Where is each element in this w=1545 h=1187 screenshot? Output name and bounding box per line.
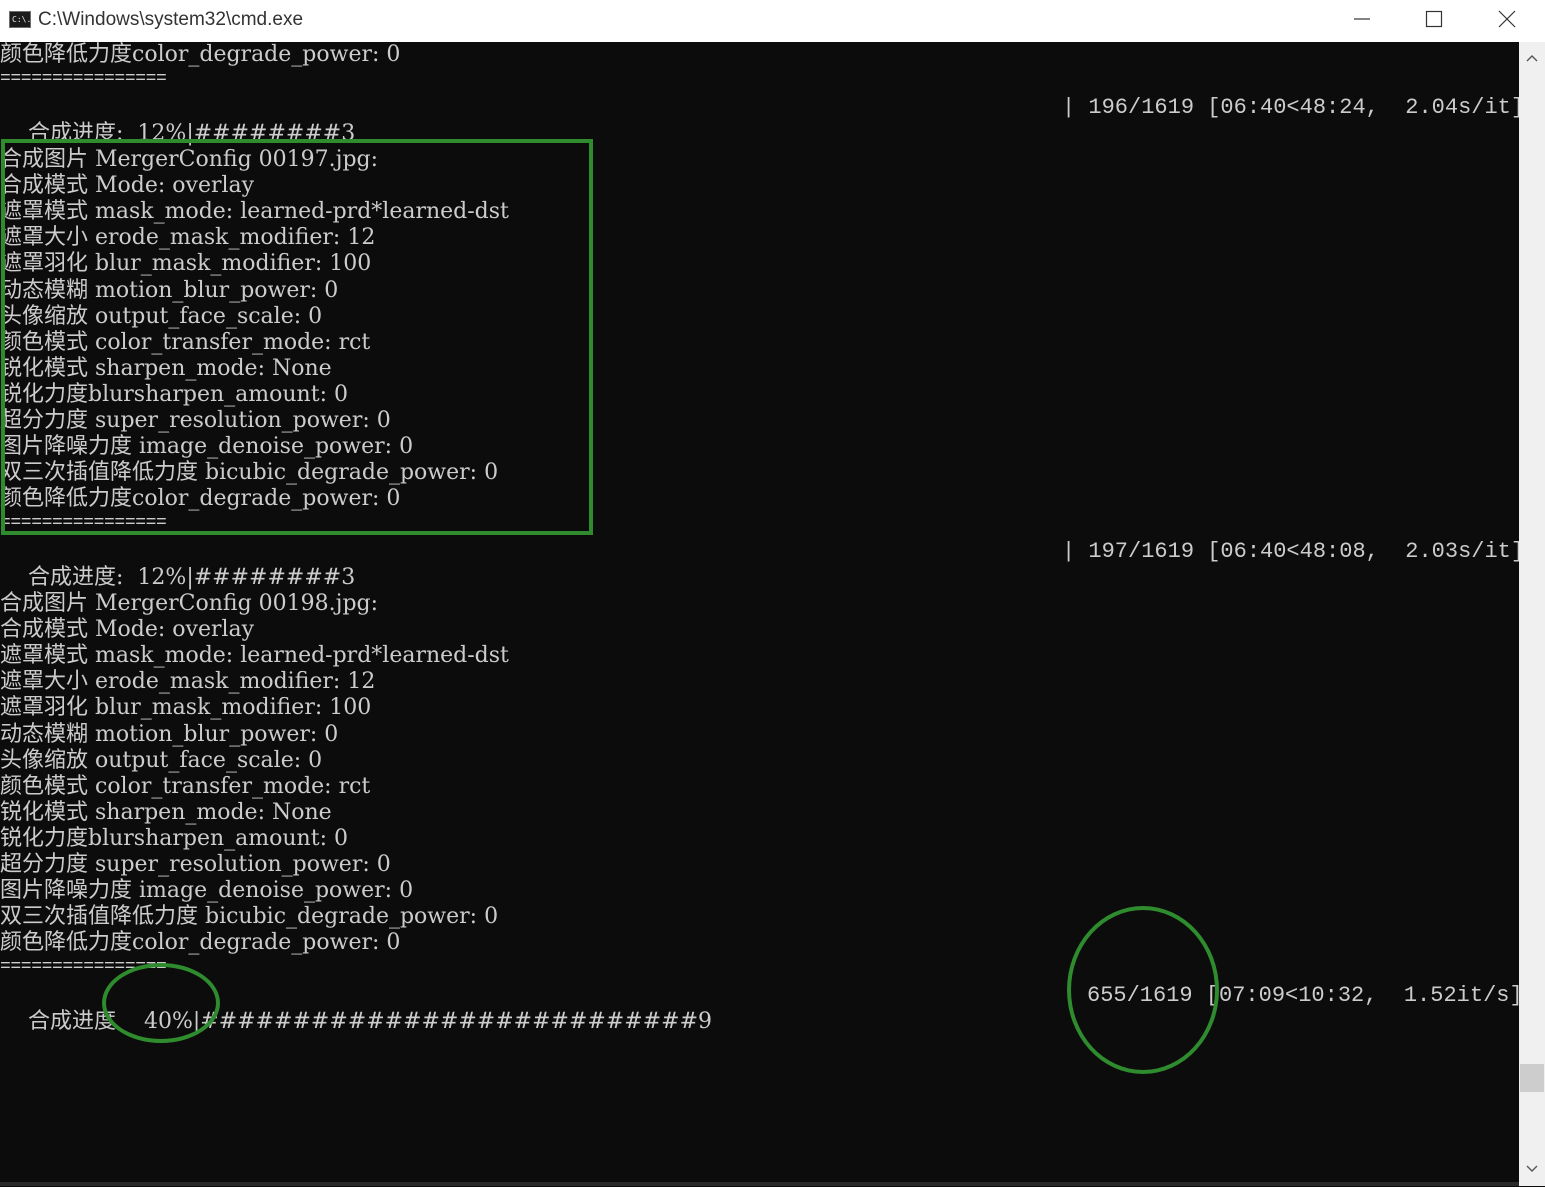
- progress-stats: 655/1619 [07:09<10:32, 1.52it/s]: [1087, 983, 1519, 1008]
- config-line: 遮罩模式 mask_mode: learned-prd*learned-dst: [0, 643, 509, 669]
- separator-line: ================: [0, 516, 167, 530]
- config-line: 遮罩羽化 blur_mask_modifier: 100: [0, 695, 372, 721]
- maximize-button[interactable]: [1398, 0, 1472, 40]
- config-line: 图片降噪力度 image_denoise_power: 0: [0, 878, 414, 904]
- vertical-scrollbar[interactable]: [1519, 42, 1545, 1186]
- cmd-icon[interactable]: C:\.: [9, 11, 31, 28]
- progress-label: 合成进度:: [27, 565, 124, 590]
- progress-label: 合成进度: [27, 1009, 116, 1034]
- progress-line: 合成进度: 12%|########3: [0, 539, 355, 590]
- config-line: 双三次插值降低力度 bicubic_degrade_power: 0: [0, 460, 499, 486]
- config-line: 动态模糊 motion_blur_power: 0: [0, 721, 339, 747]
- config-line: 颜色降低力度color_degrade_power: 0: [0, 486, 401, 512]
- close-icon: [1498, 10, 1516, 28]
- progress-bar: |########3: [186, 121, 356, 146]
- config-line: 双三次插值降低力度 bicubic_degrade_power: 0: [0, 904, 499, 930]
- progress-line: 合成进度: 12%|########3: [0, 95, 355, 146]
- console-line: 颜色降低力度color_degrade_power: 0: [0, 42, 401, 67]
- config-line: 遮罩大小 erode_mask_modifier: 12: [0, 669, 376, 695]
- progress-percent: 12%: [137, 565, 187, 590]
- config-line: 图片降噪力度 image_denoise_power: 0: [0, 434, 414, 460]
- config-line: 头像缩放 output_face_scale: 0: [0, 747, 323, 773]
- config-line: 头像缩放 output_face_scale: 0: [0, 303, 323, 329]
- config-line: 锐化模式 sharpen_mode: None: [0, 355, 332, 381]
- config-line: 动态模糊 motion_blur_power: 0: [0, 277, 339, 303]
- config-line: 超分力度 super_resolution_power: 0: [0, 852, 391, 877]
- config-line: 合成模式 Mode: overlay: [0, 617, 255, 643]
- config-line: 合成图片 MergerConfig 00198.jpg:: [0, 591, 379, 616]
- maximize-icon: [1425, 10, 1443, 28]
- window-title: C:\Windows\system32\cmd.exe: [38, 9, 304, 30]
- progress-percent: 40%: [143, 1009, 193, 1034]
- config-line: 遮罩模式 mask_mode: learned-prd*learned-dst: [0, 199, 509, 225]
- config-line: 超分力度 super_resolution_power: 0: [0, 408, 391, 433]
- close-button[interactable]: [1471, 0, 1545, 40]
- config-line: 合成图片 MergerConfig 00197.jpg:: [0, 147, 379, 172]
- title-bar[interactable]: C:\. C:\Windows\system32\cmd.exe: [0, 0, 1545, 42]
- scroll-thumb[interactable]: [1520, 1064, 1544, 1092]
- config-line: 合成模式 Mode: overlay: [0, 173, 255, 199]
- config-line: 遮罩羽化 blur_mask_modifier: 100: [0, 251, 372, 277]
- progress-stats: | 196/1619 [06:40<48:24, 2.04s/it]: [1062, 95, 1519, 120]
- config-line: 颜色降低力度color_degrade_power: 0: [0, 930, 401, 956]
- progress-bar: |########3: [186, 565, 356, 590]
- separator-line: ================: [0, 72, 167, 86]
- chevron-down-icon: [1526, 1165, 1538, 1172]
- progress-percent: 12%: [137, 121, 187, 146]
- config-line: 锐化力度blursharpen_amount: 0: [0, 381, 348, 407]
- progress-stats: | 197/1619 [06:40<48:08, 2.03s/it]: [1062, 539, 1519, 564]
- config-line: 遮罩大小 erode_mask_modifier: 12: [0, 225, 376, 251]
- minimize-icon: [1354, 18, 1370, 20]
- progress-label: 合成进度:: [27, 121, 124, 146]
- config-line: 颜色模式 color_transfer_mode: rct: [0, 773, 371, 799]
- progress-line: 合成进度 40%|###########################9: [0, 983, 712, 1034]
- scroll-up-button[interactable]: [1519, 46, 1545, 72]
- config-line: 锐化模式 sharpen_mode: None: [0, 799, 332, 825]
- config-line: 锐化力度blursharpen_amount: 0: [0, 825, 348, 851]
- minimize-button[interactable]: [1326, 0, 1400, 40]
- window-bottom-edge: [0, 1182, 1519, 1186]
- chevron-up-icon: [1526, 55, 1538, 62]
- scroll-down-button[interactable]: [1519, 1156, 1545, 1182]
- separator-line: ================: [0, 960, 167, 974]
- config-line: 颜色模式 color_transfer_mode: rct: [0, 329, 371, 355]
- console-output[interactable]: 颜色降低力度color_degrade_power: 0 ===========…: [0, 42, 1519, 1186]
- progress-bar: |###########################9: [192, 1009, 713, 1034]
